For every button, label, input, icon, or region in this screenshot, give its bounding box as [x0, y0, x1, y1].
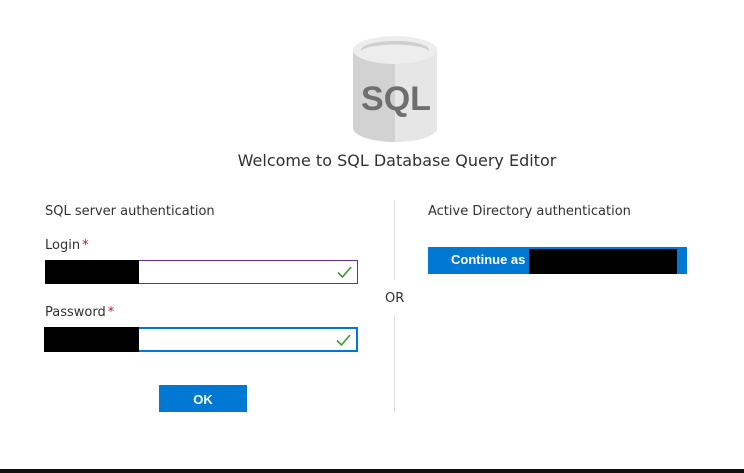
vertical-divider	[394, 200, 395, 280]
ok-button[interactable]: OK	[159, 385, 247, 412]
login-input[interactable]	[142, 261, 322, 283]
continue-as-button[interactable]: Continue as	[428, 247, 687, 274]
password-label: Password *	[45, 305, 114, 320]
ad-auth-title: Active Directory authentication	[428, 204, 631, 219]
bottom-border	[0, 469, 744, 473]
login-field[interactable]	[45, 260, 358, 284]
sql-auth-title: SQL server authentication	[45, 204, 215, 219]
checkmark-icon	[337, 266, 352, 279]
login-label: Login *	[45, 238, 89, 253]
required-marker: *	[107, 305, 115, 320]
login-label-text: Login	[45, 238, 81, 253]
password-label-text: Password	[45, 305, 106, 320]
vertical-divider	[394, 315, 395, 412]
continue-as-label: Continue as	[451, 252, 526, 267]
redacted-account-name	[529, 249, 677, 274]
redacted-password-value	[44, 327, 139, 352]
password-input[interactable]	[143, 329, 323, 350]
sql-database-logo-icon: SQL	[350, 34, 440, 146]
welcome-title: Welcome to SQL Database Query Editor	[237, 151, 557, 170]
query-editor-login-page: SQL Welcome to SQL Database Query Editor…	[0, 0, 744, 473]
redacted-login-value	[45, 260, 139, 284]
or-separator-label: OR	[385, 291, 405, 306]
logo-text: SQL	[361, 80, 431, 118]
password-field[interactable]	[44, 327, 358, 352]
required-marker: *	[82, 238, 89, 253]
checkmark-icon	[336, 334, 351, 347]
